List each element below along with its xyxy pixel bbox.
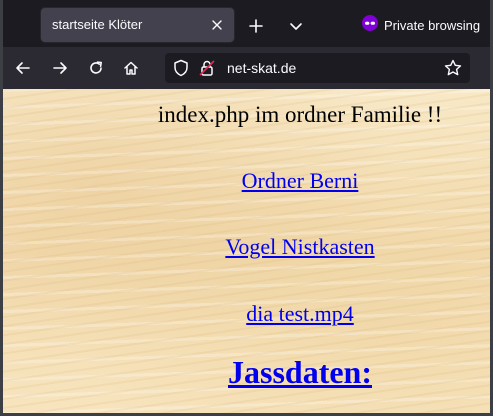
link-dia-test[interactable]: dia test.mp4 [3, 301, 490, 327]
navigation-toolbar: net-skat.de [0, 47, 493, 89]
reload-icon[interactable] [82, 54, 110, 82]
private-mask-icon [362, 15, 378, 35]
link-jassdaten[interactable]: Jassdaten: [3, 354, 490, 391]
close-icon[interactable] [207, 15, 227, 35]
star-icon[interactable] [443, 58, 463, 78]
tab-active[interactable]: startseite Klöter [41, 8, 234, 42]
tab-strip: startseite Klöter Private browsing [0, 0, 493, 47]
plus-icon[interactable] [242, 12, 270, 40]
browser-window: startseite Klöter Private browsing net-s… [0, 0, 493, 416]
home-icon[interactable] [117, 54, 145, 82]
private-browsing-label: Private browsing [384, 17, 481, 33]
page-heading: index.php im ordner Familie !! [157, 102, 443, 127]
chevron-down-icon[interactable] [282, 12, 310, 40]
address-bar[interactable]: net-skat.de [165, 53, 470, 83]
page-content: index.php im ordner Familie !! Ordner Be… [3, 89, 490, 413]
arrow-right-icon[interactable] [46, 54, 74, 82]
url-text[interactable]: net-skat.de [227, 60, 296, 76]
link-vogel-nistkasten[interactable]: Vogel Nistkasten [3, 234, 490, 260]
shield-icon[interactable] [171, 58, 191, 78]
private-browsing-indicator: Private browsing [362, 15, 480, 35]
link-ordner-berni[interactable]: Ordner Berni [3, 168, 490, 194]
lock-insecure-icon[interactable] [197, 58, 217, 78]
arrow-left-icon[interactable] [9, 54, 37, 82]
tab-title: startseite Klöter [52, 17, 143, 32]
